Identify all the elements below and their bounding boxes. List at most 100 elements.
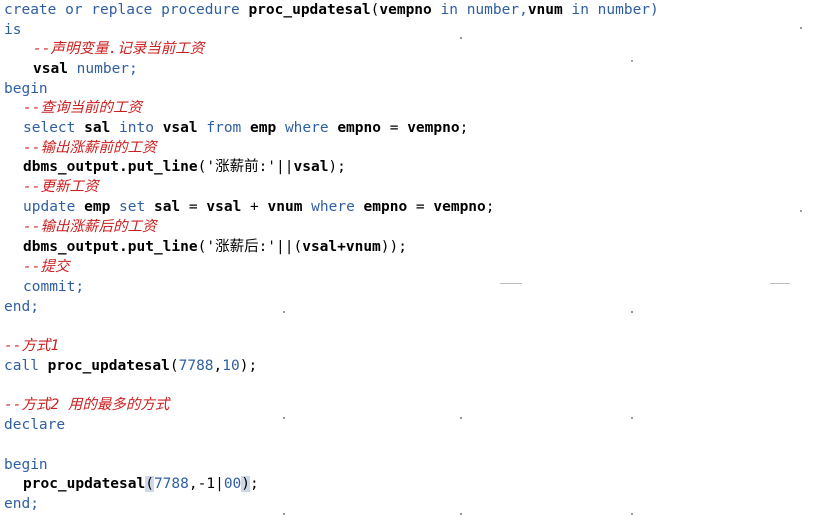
code-token: from [197, 120, 251, 136]
code-token: begin [4, 457, 48, 473]
code-token: , [213, 358, 223, 374]
code-token: dbms_output.put_line [23, 239, 198, 255]
artifact-dot [631, 60, 633, 62]
code-token: vempno [433, 199, 486, 215]
code-token: + [241, 199, 268, 215]
code-editor[interactable]: create or replace procedure proc_updates… [0, 0, 814, 523]
code-token: vsal [206, 199, 242, 215]
code-line[interactable]: vsal number; [33, 59, 138, 79]
code-token: where [302, 199, 364, 215]
code-token: ,-1 [188, 476, 216, 492]
code-token: ; [485, 199, 495, 215]
code-token: is [4, 22, 22, 38]
artifact-dot [283, 311, 285, 313]
code-token: in number, [431, 2, 528, 18]
artifact-dot [460, 37, 462, 39]
code-token: ('涨薪后:'||( [197, 239, 303, 255]
text-caret: | [215, 476, 224, 492]
code-line[interactable]: begin [4, 79, 48, 99]
artifact-dot [460, 417, 462, 419]
code-token: number; [67, 61, 138, 77]
code-token: vsal [162, 120, 198, 136]
code-token: end; [4, 496, 39, 512]
code-token: select [23, 120, 85, 136]
code-line[interactable]: --查询当前的工资 [23, 98, 142, 118]
artifact-dot [800, 27, 802, 29]
code-line[interactable]: update emp set sal = vsal + vnum where e… [23, 197, 495, 217]
code-token: 7788 [178, 358, 214, 374]
code-token: 7788 [153, 476, 189, 492]
code-token: ; [459, 120, 469, 136]
code-token: proc_updatesal [23, 476, 146, 492]
artifact-dash [500, 283, 522, 284]
code-token: empno [363, 199, 408, 215]
code-token: ('涨薪前:'|| [197, 159, 294, 175]
code-token: ); [328, 159, 346, 175]
code-token: = [380, 120, 408, 136]
code-token: vnum [267, 199, 303, 215]
code-token: call [4, 358, 48, 374]
code-comment: --方式1 [4, 338, 60, 354]
code-token: emp [84, 199, 111, 215]
code-token: begin [4, 81, 48, 97]
artifact-dot [283, 417, 285, 419]
code-line[interactable]: --输出涨薪前的工资 [23, 138, 156, 158]
code-token: vnum [527, 2, 563, 18]
code-line[interactable]: dbms_output.put_line('涨薪后:'||(vsal+vnum)… [23, 237, 407, 257]
code-line[interactable]: is [4, 20, 21, 40]
code-token: = [180, 199, 207, 215]
code-line[interactable]: begin [4, 455, 48, 475]
code-line[interactable]: --输出涨薪后的工资 [23, 217, 156, 237]
artifact-dash [770, 283, 790, 284]
code-token: empno [337, 120, 381, 136]
code-comment: --查询当前的工资 [23, 100, 142, 116]
code-token: where [276, 120, 338, 136]
code-token: commit; [23, 279, 85, 295]
code-line[interactable]: --提交 [23, 257, 69, 277]
artifact-dot [631, 417, 633, 419]
code-token: sal [84, 120, 111, 136]
code-token: in number) [562, 2, 659, 18]
code-token: = [407, 199, 434, 215]
artifact-dot [631, 311, 633, 313]
code-token: vsal [293, 159, 329, 175]
code-line[interactable]: --声明变量.记录当前工资 [33, 39, 204, 59]
artifact-dot [631, 513, 633, 515]
code-token: create or replace procedure [4, 2, 249, 18]
code-line[interactable]: end; [4, 494, 39, 514]
code-comment: --输出涨薪后的工资 [23, 219, 157, 235]
code-token: ( [145, 476, 154, 492]
code-comment: --提交 [23, 259, 70, 275]
code-token: ( [169, 358, 179, 374]
code-token: ; [250, 476, 259, 492]
code-line[interactable]: declare [4, 415, 65, 435]
code-line[interactable]: select sal into vsal from emp where empn… [23, 118, 468, 138]
code-comment: --输出涨薪前的工资 [23, 140, 157, 156]
artifact-dot [460, 513, 462, 515]
code-token: vsal [33, 61, 68, 77]
code-token: proc_updatesal [248, 2, 371, 18]
code-token: ) [241, 476, 251, 492]
artifact-dot [800, 210, 802, 212]
code-line[interactable]: proc_updatesal(7788,-1|00); [23, 474, 259, 494]
code-token: proc_updatesal [47, 358, 170, 374]
code-line[interactable]: call proc_updatesal(7788,10); [4, 356, 257, 376]
code-token: 10 [222, 358, 240, 374]
code-token: emp [250, 120, 277, 136]
code-line[interactable]: --方式1 [4, 336, 59, 356]
code-comment: --方式2 用的最多的方式 [4, 397, 170, 413]
code-line[interactable]: --方式2 用的最多的方式 [4, 395, 169, 415]
code-token: vempno [379, 2, 432, 18]
code-line[interactable]: --更新工资 [23, 177, 98, 197]
code-token: update [23, 199, 85, 215]
code-line[interactable]: commit; [23, 277, 84, 297]
code-token: set [110, 199, 154, 215]
code-comment: --更新工资 [23, 179, 99, 195]
code-line[interactable]: dbms_output.put_line('涨薪前:'||vsal); [23, 157, 346, 177]
code-token: )); [380, 239, 407, 255]
code-token: vempno [407, 120, 460, 136]
code-line[interactable]: create or replace procedure proc_updates… [4, 0, 659, 20]
code-token: ); [239, 358, 258, 374]
code-line[interactable]: end; [4, 297, 39, 317]
code-token: declare [4, 417, 66, 433]
